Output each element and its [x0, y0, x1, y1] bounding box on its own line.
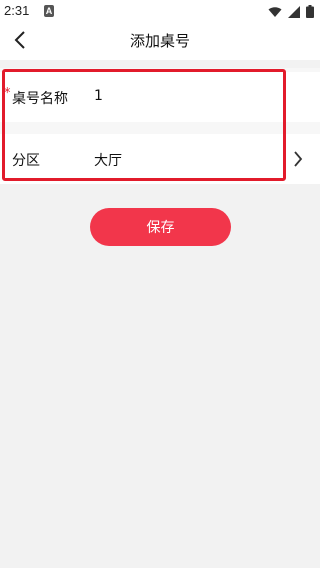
signal-icon: [288, 3, 300, 22]
status-bar: 2:31 A: [0, 0, 320, 24]
status-icons: [268, 3, 314, 22]
save-button[interactable]: 保存: [90, 208, 231, 246]
app-header: 添加桌号: [0, 24, 320, 60]
wifi-icon: [268, 3, 282, 22]
chevron-right-icon[interactable]: [290, 149, 306, 169]
accessibility-icon: A: [44, 5, 54, 17]
highlight-box: [2, 69, 286, 181]
battery-icon: [306, 3, 314, 22]
status-time: 2:31: [4, 3, 30, 18]
page-title: 添加桌号: [129, 32, 190, 50]
